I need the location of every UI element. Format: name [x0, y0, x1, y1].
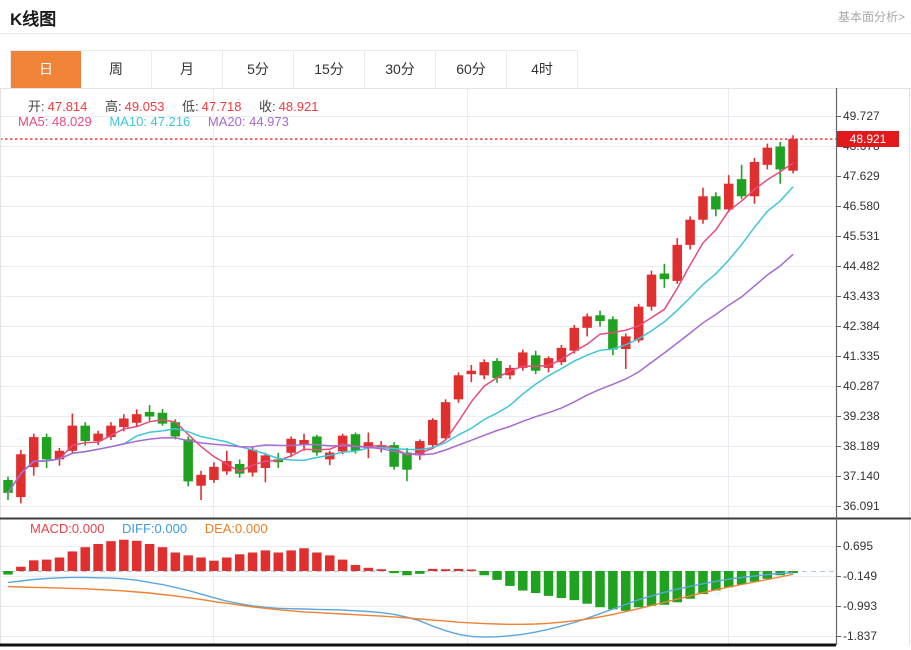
high-label: 高: [105, 99, 122, 114]
y-axis-label: 42.384 [843, 319, 880, 333]
y-axis-label: 36.091 [843, 499, 880, 513]
y-axis-label: 0.695 [843, 539, 873, 553]
open-value: 47.814 [48, 99, 88, 114]
close-label: 收: [259, 99, 276, 114]
ma10-value: MA10: 47.216 [109, 114, 190, 129]
y-axis-label: -1.837 [843, 629, 877, 643]
macd-legend: MACD:0.000 DIFF:0.000 DEA:0.000 [30, 521, 271, 536]
y-axis-label: 38.189 [843, 439, 880, 453]
y-axis-label: -0.993 [843, 599, 877, 613]
y-axis-label: 43.433 [843, 289, 880, 303]
ma5-value: MA5: 48.029 [18, 114, 92, 129]
y-axis-label: 47.629 [843, 169, 880, 183]
y-axis-label: 46.580 [843, 199, 880, 213]
y-axis-label: -0.149 [843, 569, 877, 583]
high-value: 49.053 [125, 99, 165, 114]
macd-value: MACD:0.000 [30, 521, 104, 536]
ma20-value: MA20: 44.973 [208, 114, 289, 129]
diff-value: DIFF:0.000 [122, 521, 187, 536]
y-axis-label: 44.482 [843, 259, 880, 273]
close-value: 48.921 [279, 99, 319, 114]
y-axis-label: 45.531 [843, 229, 880, 243]
y-axis-label: 39.238 [843, 409, 880, 423]
y-axis-label: 37.140 [843, 469, 880, 483]
ohlc-legend: 开:47.814 高:49.053 低:47.718 收:48.921 [28, 96, 321, 115]
kline-chart-page: K线图 基本面分析> 日周月5分15分30分60分4时 开:47.814 高:4… [0, 0, 911, 650]
dea-value: DEA:0.000 [205, 521, 268, 536]
y-axis-label: 40.287 [843, 379, 880, 393]
ma-legend: MA5: 48.029 MA10: 47.216 MA20: 44.973 [18, 114, 292, 129]
y-axis-label: 41.335 [843, 349, 880, 363]
open-label: 开: [28, 99, 45, 114]
current-price-marker: 48.921 [837, 131, 899, 147]
low-label: 低: [182, 99, 199, 114]
low-value: 47.718 [202, 99, 242, 114]
y-axis-label: 49.727 [843, 109, 880, 123]
